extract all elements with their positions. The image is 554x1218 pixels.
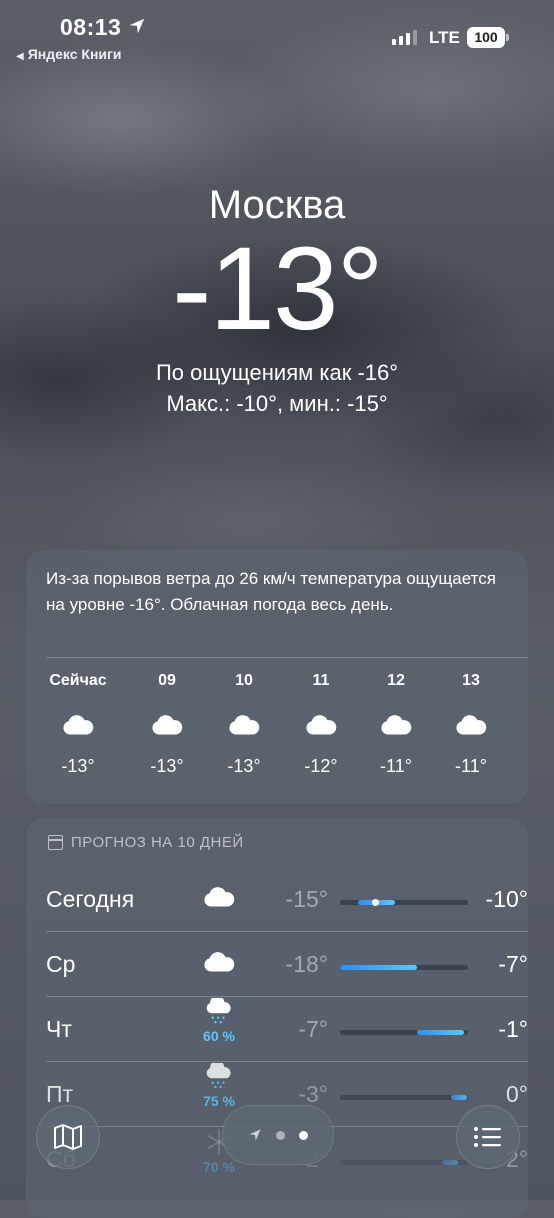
precipitation-chance: 70 %	[203, 1159, 235, 1175]
battery-tip	[506, 34, 509, 41]
forecast-high: 0°	[506, 1081, 528, 1107]
location-arrow-icon	[129, 18, 145, 34]
hourly-item: Сейчас -13°	[38, 672, 118, 777]
temperature-range-bar	[340, 965, 468, 970]
page-dot	[276, 1130, 285, 1140]
current-temperature: -13°	[172, 223, 384, 355]
hourly-item: 12 -11°	[356, 672, 436, 777]
cloud-icon	[61, 714, 95, 736]
temperature-range-fill	[416, 1030, 465, 1035]
hourly-item: 11 -12°	[281, 672, 361, 777]
hour-temperature: -11°	[380, 756, 412, 776]
temperature-range-bar	[340, 1160, 468, 1165]
divider	[46, 1061, 528, 1062]
forecast-row[interactable]: Ср -18° -7°	[46, 933, 528, 997]
cloud-snow-icon: 75 %	[202, 1060, 236, 1109]
divider	[46, 657, 528, 658]
forecast-low: -18°	[285, 951, 328, 977]
city-name: Москва	[208, 183, 346, 227]
map-icon	[54, 1124, 82, 1150]
forecast-low: -15°	[285, 886, 328, 912]
cloud-icon	[227, 714, 261, 736]
map-button[interactable]	[36, 1105, 100, 1169]
forecast-day: Ср	[46, 951, 76, 977]
hour-label: Сейчас	[49, 672, 107, 689]
cloud-icon	[454, 714, 488, 736]
hour-label: 10	[235, 672, 253, 689]
forecast-low: -3°	[298, 1081, 328, 1107]
hourly-item: 09 -13°	[127, 672, 207, 777]
forecast-high: -10°	[485, 886, 528, 912]
precipitation-chance: 60 %	[203, 1028, 235, 1044]
forecast-header: ПРОГНОЗ НА 10 ДНЕЙ	[48, 834, 244, 851]
forecast-high: -7°	[498, 951, 528, 977]
forecast-day: Пт	[46, 1081, 74, 1107]
temperature-range-fill	[340, 965, 417, 970]
cloud-icon	[202, 951, 236, 978]
divider	[46, 931, 528, 932]
cloud-icon	[304, 714, 338, 736]
hour-label: 09	[158, 672, 176, 689]
forecast-day: Сегодня	[46, 886, 135, 912]
hour-label: 11	[312, 672, 330, 689]
hour-temperature: -12°	[304, 756, 338, 776]
divider	[46, 996, 528, 997]
forecast-high: -1°	[498, 1016, 528, 1042]
temperature-range-fill	[451, 1095, 467, 1100]
calendar-icon	[48, 835, 63, 850]
forecast-row[interactable]: Чт 60 % -7° -1°	[46, 995, 528, 1062]
cloud-icon	[379, 714, 413, 736]
list-icon	[474, 1127, 501, 1147]
network-type: LTE	[429, 28, 460, 47]
city-list-button[interactable]	[456, 1105, 520, 1169]
signal-icon	[392, 30, 417, 45]
back-arrow-icon: ◀	[16, 51, 24, 62]
hour-label: 12	[387, 672, 405, 689]
cloud-icon	[150, 714, 184, 736]
current-temp-marker	[371, 899, 379, 906]
temperature-range-bar	[340, 899, 468, 906]
hour-temperature: -13°	[150, 756, 184, 776]
forecast-low: -7°	[298, 1016, 328, 1042]
status-bar: 08:13 ◀ Яндекс Книги LTE 100	[0, 0, 554, 70]
page-indicator[interactable]	[222, 1105, 334, 1165]
temperature-range-bar	[340, 1030, 468, 1035]
location-arrow-icon	[249, 1129, 261, 1141]
temperature-range-fill	[442, 1160, 458, 1165]
back-app-label: Яндекс Книги	[27, 46, 122, 62]
hourly-item: 13 -11°	[431, 672, 511, 777]
feels-like: По ощущениям как -16°	[155, 360, 399, 385]
weather-summary: Из-за порывов ветра до 26 км/ч температу…	[46, 569, 496, 614]
forecast-row[interactable]: Сегодня -15° -10°	[46, 868, 528, 932]
hour-temperature: -13°	[227, 756, 261, 776]
precipitation-chance: 75 %	[203, 1093, 235, 1109]
hour-temperature: -13°	[61, 756, 95, 776]
forecast-day: Чт	[46, 1016, 72, 1042]
high-low: Макс.: -10°, мин.: -15°	[166, 391, 388, 416]
battery-icon: 100	[467, 27, 505, 48]
hourly-item: 10 -13°	[204, 672, 284, 777]
cloud-snow-icon: 60 %	[202, 995, 236, 1044]
hour-temperature: -11°	[455, 756, 487, 776]
hour-label: 13	[462, 672, 480, 689]
status-time: 08:13	[60, 14, 122, 40]
forecast-header-label: ПРОГНОЗ НА 10 ДНЕЙ	[71, 834, 244, 851]
cloud-icon	[202, 886, 236, 913]
temperature-range-bar	[340, 1095, 468, 1100]
page-dot-active	[299, 1130, 308, 1140]
back-to-app-link[interactable]: ◀ Яндекс Книги	[16, 46, 121, 62]
